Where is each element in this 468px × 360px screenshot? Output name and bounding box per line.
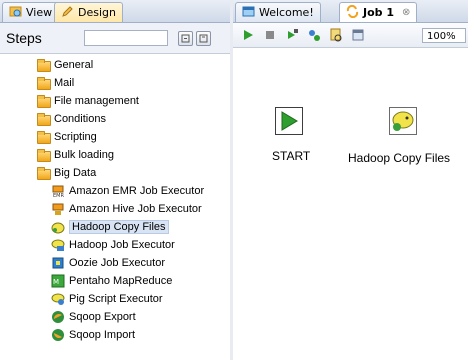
- category-label: Bulk loading: [54, 149, 114, 161]
- start-play-icon: [281, 111, 298, 131]
- job-icon: [346, 4, 359, 21]
- pig-script-icon: [51, 292, 65, 306]
- sqoop-export-icon: [51, 310, 65, 324]
- step-label: Sqoop Export: [69, 311, 136, 323]
- folder-icon: [36, 130, 51, 144]
- category-label: Big Data: [54, 167, 97, 179]
- view-icon: [9, 5, 22, 21]
- step-label: Sqoop Import: [69, 329, 136, 341]
- job-editor-panel: Welcome! Job 1 ⊗ 100% START Hadoop Copy …: [233, 0, 468, 360]
- tab-design[interactable]: Design: [54, 2, 123, 22]
- tab-view[interactable]: View: [2, 2, 60, 22]
- close-tab-icon[interactable]: ⊗: [402, 7, 410, 18]
- folder-open-icon: [36, 166, 51, 180]
- step-amazon-hive-job-executor[interactable]: Amazon Hive Job Executor: [0, 200, 230, 218]
- stop-icon: [266, 31, 274, 39]
- start-node-label: START: [272, 149, 311, 163]
- step-label: Amazon Hive Job Executor: [69, 203, 202, 215]
- sql-button[interactable]: [351, 28, 365, 42]
- steps-header: Steps: [0, 23, 230, 54]
- collapse-all-button[interactable]: [196, 31, 211, 46]
- panel-tab-strip: View Design: [0, 0, 230, 23]
- tree-category-general[interactable]: General: [0, 56, 230, 74]
- tab-job-1[interactable]: Job 1 ⊗: [339, 2, 418, 22]
- hadoop-elephant-icon: [392, 111, 414, 131]
- amazon-emr-icon: EMR: [51, 184, 65, 199]
- job-toolbar: 100%: [233, 23, 468, 48]
- tab-view-label: View: [26, 6, 53, 19]
- tab-job-1-label: Job 1: [363, 6, 395, 19]
- tree-category-bulk-loading[interactable]: Bulk loading: [0, 146, 230, 164]
- run-button[interactable]: [241, 28, 255, 42]
- job-canvas[interactable]: START Hadoop Copy Files: [233, 48, 468, 360]
- stop-button[interactable]: [263, 28, 277, 42]
- amazon-hive-icon: [51, 202, 65, 216]
- category-label: Conditions: [54, 113, 106, 125]
- step-sqoop-export[interactable]: Sqoop Export: [0, 308, 230, 326]
- step-amazon-emr-job-executor[interactable]: EMR Amazon EMR Job Executor: [0, 182, 230, 200]
- run-options-button[interactable]: [285, 28, 299, 42]
- steps-title: Steps: [6, 30, 42, 46]
- folder-icon: [36, 76, 51, 90]
- oozie-icon: [51, 256, 65, 270]
- check-button[interactable]: [329, 28, 343, 42]
- step-sqoop-import[interactable]: Sqoop Import: [0, 326, 230, 344]
- step-label: Pig Script Executor: [69, 293, 163, 305]
- tab-design-label: Design: [78, 6, 116, 19]
- steps-search-input[interactable]: [84, 30, 168, 46]
- category-label: General: [54, 59, 94, 71]
- step-hadoop-copy-files[interactable]: Hadoop Copy Files: [0, 218, 230, 236]
- tab-welcome-label: Welcome!: [259, 6, 314, 19]
- step-oozie-job-executor[interactable]: Oozie Job Executor: [0, 254, 230, 272]
- start-node[interactable]: [275, 107, 303, 135]
- step-label: Hadoop Job Executor: [69, 239, 175, 251]
- tree-category-mail[interactable]: Mail: [0, 74, 230, 92]
- step-hadoop-job-executor[interactable]: Hadoop Job Executor: [0, 236, 230, 254]
- folder-icon: [36, 94, 51, 108]
- category-label: File management: [54, 95, 139, 107]
- steps-panel: View Design Steps General Mail File mana…: [0, 0, 231, 360]
- editor-tab-strip: Welcome! Job 1 ⊗: [233, 0, 468, 23]
- hadoop-job-executor-icon: [51, 238, 65, 252]
- sql-icon: [352, 29, 364, 41]
- hadoop-copy-files-node[interactable]: [389, 107, 417, 135]
- expand-all-icon: [181, 34, 190, 43]
- tree-category-file-management[interactable]: File management: [0, 92, 230, 110]
- step-label: Amazon EMR Job Executor: [69, 185, 205, 197]
- tree-category-scripting[interactable]: Scripting: [0, 128, 230, 146]
- run-options-icon: [288, 29, 298, 39]
- hadoop-copy-files-icon: [51, 220, 65, 234]
- zoom-select[interactable]: 100%: [422, 28, 466, 43]
- tree-category-conditions[interactable]: Conditions: [0, 110, 230, 128]
- replay-icon: [309, 30, 320, 41]
- tree-category-big-data[interactable]: Big Data: [0, 164, 230, 182]
- hadoop-copy-files-node-label: Hadoop Copy Files: [348, 151, 451, 165]
- step-pentaho-mapreduce[interactable]: M Pentaho MapReduce: [0, 272, 230, 290]
- step-label: Oozie Job Executor: [69, 257, 165, 269]
- collapse-all-icon: [199, 34, 208, 43]
- svg-text:M: M: [53, 278, 59, 286]
- step-pig-script-executor[interactable]: Pig Script Executor: [0, 290, 230, 308]
- sqoop-import-icon: [51, 328, 65, 342]
- steps-tree: General Mail File management Conditions …: [0, 56, 230, 344]
- svg-text:EMR: EMR: [53, 193, 64, 198]
- category-label: Mail: [54, 77, 75, 89]
- design-pencil-icon: [61, 5, 74, 21]
- zoom-value: 100%: [427, 31, 456, 42]
- check-icon: [330, 28, 342, 42]
- expand-all-button[interactable]: [178, 31, 193, 46]
- folder-icon: [36, 148, 51, 162]
- welcome-icon: [242, 5, 255, 21]
- replay-button[interactable]: [307, 28, 321, 42]
- folder-icon: [36, 112, 51, 126]
- pentaho-mapreduce-icon: M: [51, 274, 65, 288]
- tab-welcome[interactable]: Welcome!: [235, 2, 321, 22]
- step-label: Hadoop Copy Files: [69, 220, 169, 234]
- run-play-icon: [244, 30, 253, 40]
- folder-icon: [36, 58, 51, 72]
- step-label: Pentaho MapReduce: [69, 275, 173, 287]
- category-label: Scripting: [54, 131, 97, 143]
